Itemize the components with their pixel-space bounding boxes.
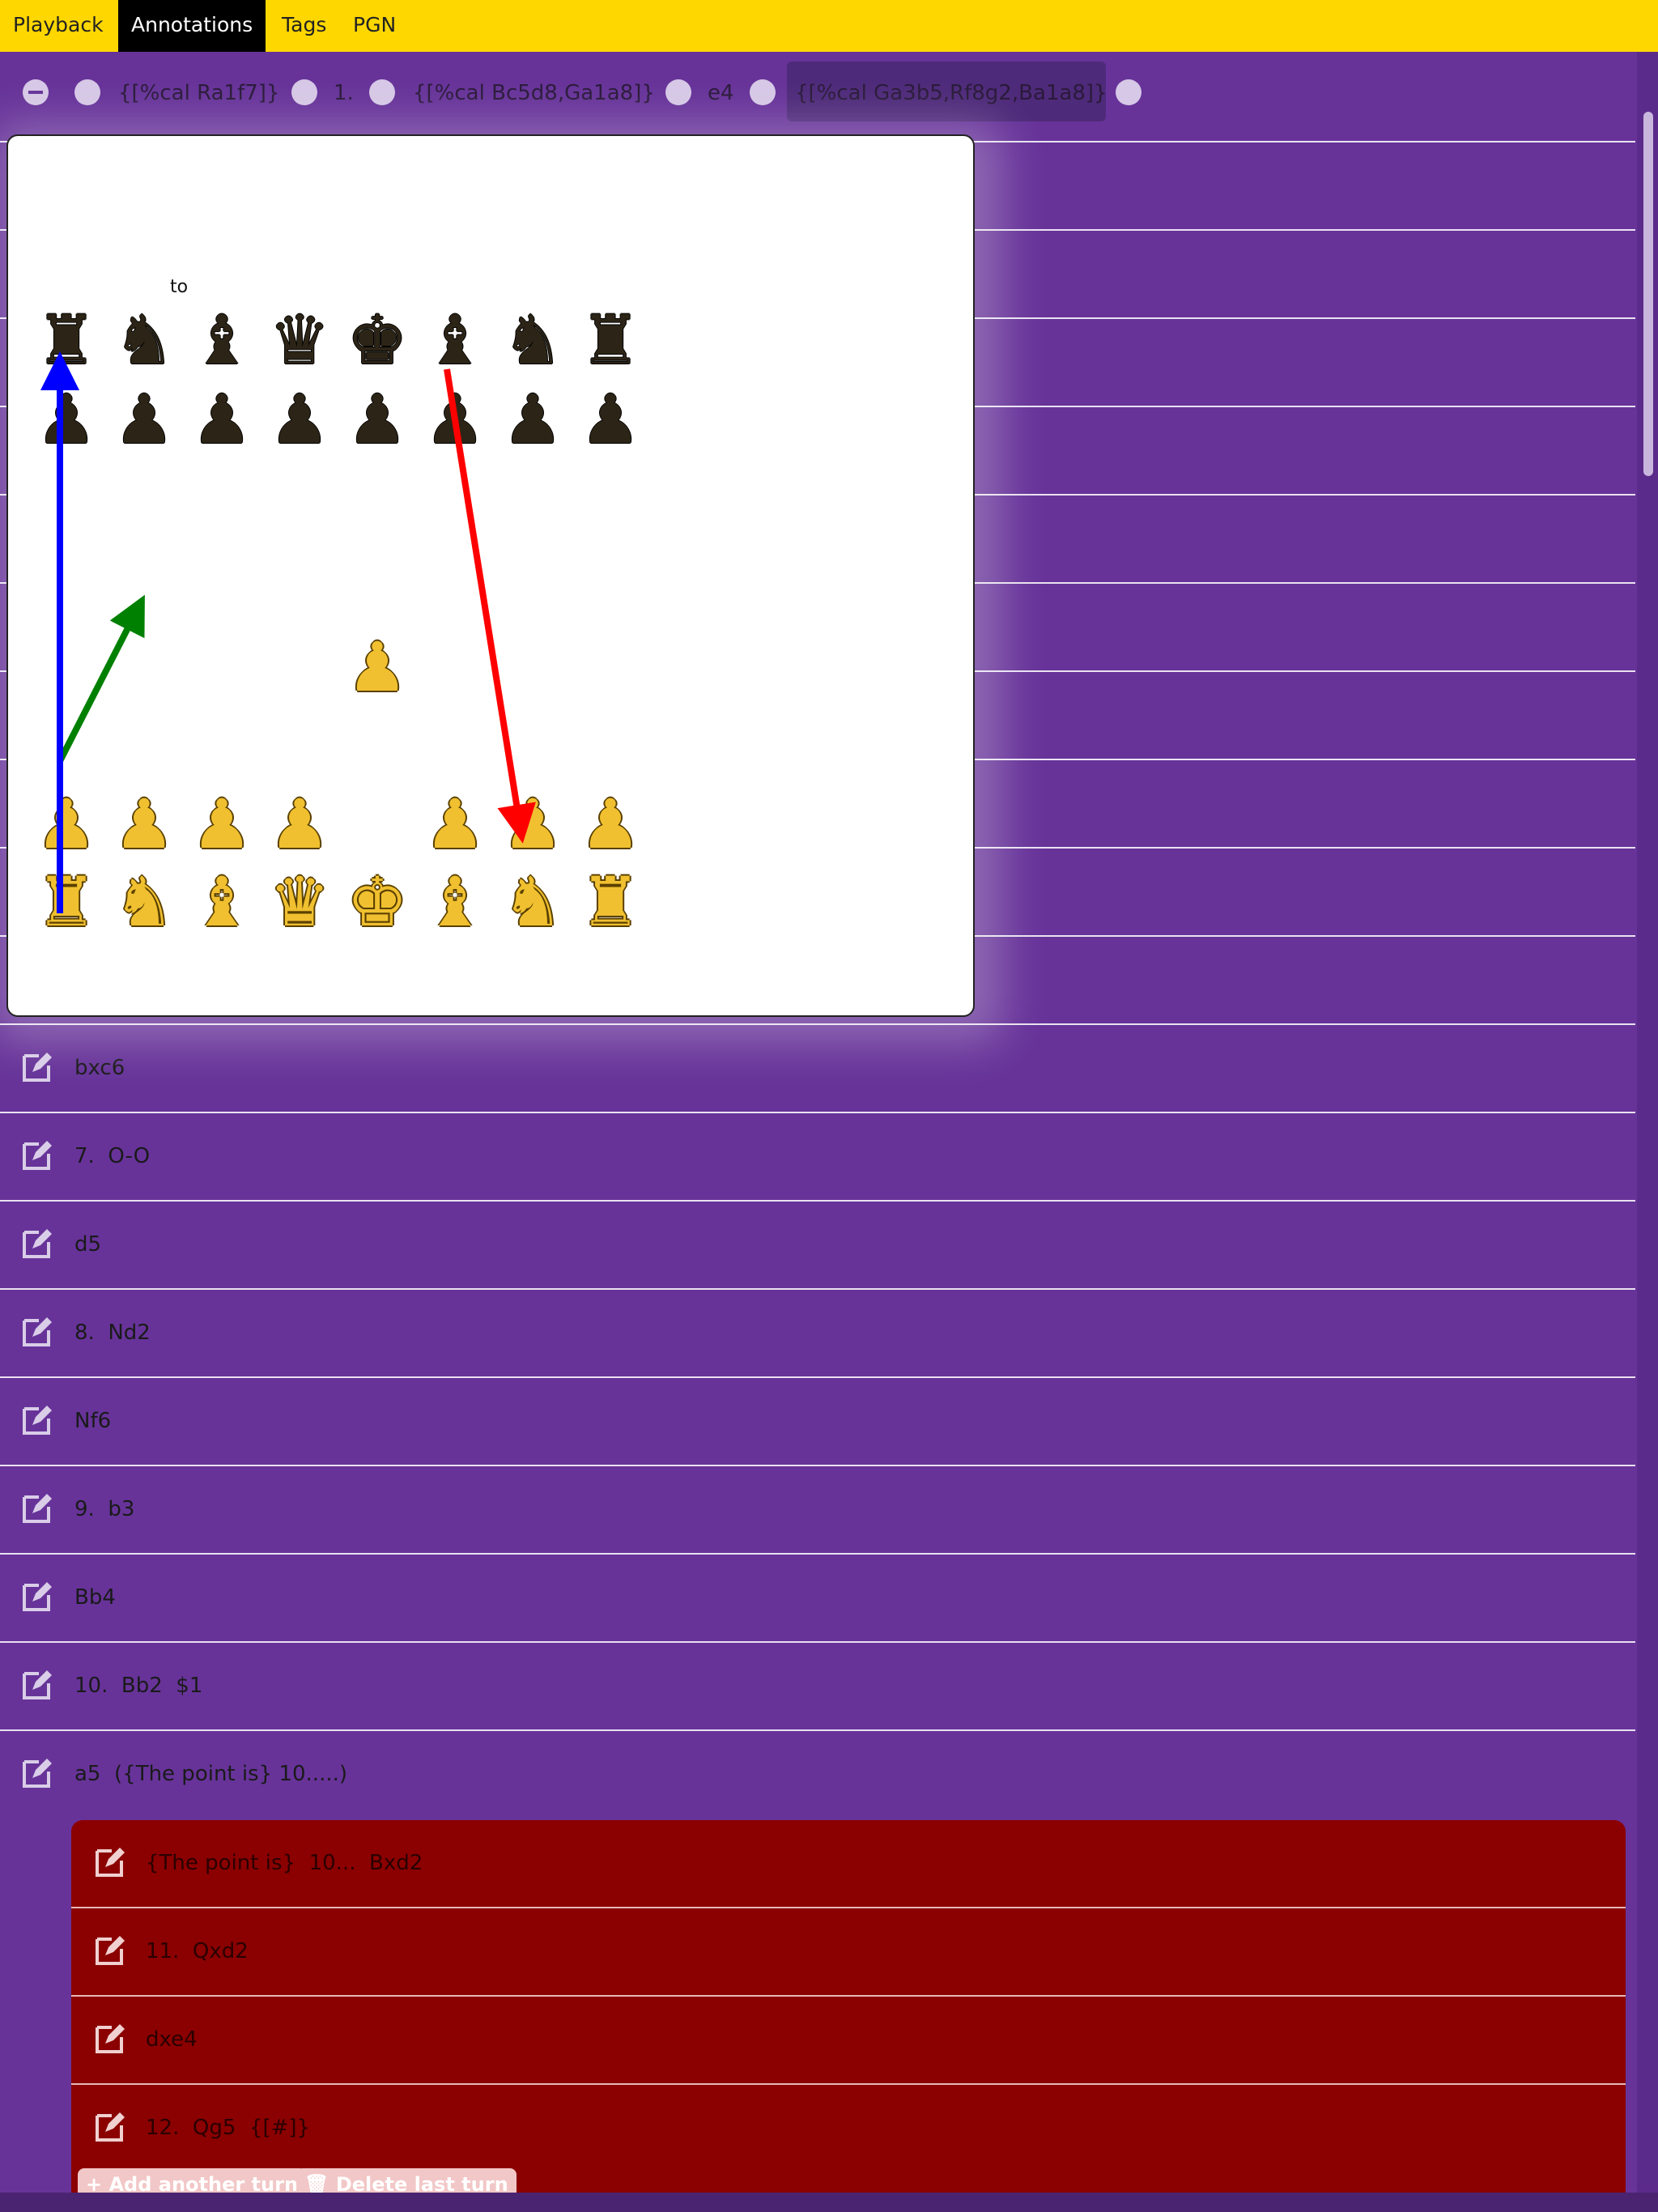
move-text: a5 ({The point is} 10.....) bbox=[74, 1762, 348, 1786]
move-text: dxe4 bbox=[146, 2027, 198, 2052]
circle-icon[interactable] bbox=[1116, 79, 1141, 105]
move-text: 9. b3 bbox=[74, 1497, 135, 1521]
move-text: bxc6 bbox=[74, 1056, 125, 1080]
move-text: 12. Qg5 {[#]} bbox=[146, 2116, 311, 2140]
list-item[interactable]: d5 bbox=[0, 1202, 1635, 1290]
scrollbar-thumb[interactable] bbox=[1643, 112, 1653, 476]
move-text: 11. Qxd2 bbox=[146, 1939, 249, 1963]
edit-icon[interactable] bbox=[19, 1049, 55, 1085]
board-preview-popup: to ♜♞♝♛♚♝♞♜♟♟♟♟♟♟♟♟♟♟♟♟♟♟♟♟♜♞♝♛♚♝♞♜ bbox=[6, 134, 975, 1017]
edit-icon[interactable] bbox=[19, 1314, 55, 1350]
tab-annotations[interactable]: Annotations bbox=[118, 0, 266, 52]
list-item[interactable]: 10. Bb2 $1 bbox=[0, 1643, 1635, 1731]
move-text: {The point is} 10... Bxd2 bbox=[146, 1851, 423, 1875]
edit-icon[interactable] bbox=[92, 1844, 128, 1880]
tab-pgn[interactable]: PGN bbox=[340, 0, 409, 52]
move-text: d5 bbox=[74, 1232, 102, 1257]
edit-icon[interactable] bbox=[92, 1933, 128, 1968]
edit-icon[interactable] bbox=[19, 1579, 55, 1614]
minus-circle-icon[interactable] bbox=[23, 79, 49, 105]
annotation-token[interactable]: {[%cal Ga3b5,Rf8g2,Ba1a8]} bbox=[795, 81, 1107, 105]
circle-icon[interactable] bbox=[665, 79, 691, 105]
edit-icon[interactable] bbox=[19, 1402, 55, 1438]
list-item[interactable]: 8. Nd2 bbox=[0, 1290, 1635, 1378]
bottom-edge bbox=[0, 2193, 1658, 2212]
edit-icon[interactable] bbox=[19, 1667, 55, 1703]
edit-icon[interactable] bbox=[92, 2109, 128, 2145]
list-item[interactable]: Nf6 bbox=[0, 1378, 1635, 1466]
variation-move[interactable]: {The point is} 10... Bxd2 bbox=[71, 1820, 1626, 1908]
list-item[interactable]: Bb4 bbox=[0, 1555, 1635, 1643]
circle-icon[interactable] bbox=[369, 79, 395, 105]
edit-icon[interactable] bbox=[19, 1491, 55, 1526]
annotation-token[interactable]: {[%cal Bc5d8,Ga1a8]} bbox=[413, 81, 655, 105]
move-number[interactable]: 1. bbox=[334, 81, 354, 105]
annotation-arrows bbox=[40, 351, 536, 913]
list-item[interactable]: 7. O-O bbox=[0, 1113, 1635, 1202]
circle-icon[interactable] bbox=[750, 79, 776, 105]
tab-bar: Playback Annotations Tags PGN bbox=[0, 0, 1658, 52]
annotation-token[interactable]: {[%cal Ra1f7]} bbox=[118, 81, 279, 105]
variation-move[interactable]: 11. Qxd2 bbox=[71, 1908, 1626, 1997]
move-token[interactable]: e4 bbox=[708, 81, 734, 105]
move-text: Bb4 bbox=[74, 1585, 116, 1610]
tab-tags[interactable]: Tags bbox=[269, 0, 339, 52]
edit-icon[interactable] bbox=[92, 2021, 128, 2057]
variation-block: {The point is} 10... Bxd2 11. Qxd2 dxe4 … bbox=[71, 1820, 1626, 2202]
arrow-green bbox=[57, 594, 145, 763]
scrollbar[interactable] bbox=[1637, 52, 1658, 2212]
move-text: 10. Bb2 $1 bbox=[74, 1674, 203, 1698]
list-item[interactable]: 9. b3 bbox=[0, 1466, 1635, 1555]
move-text: 7. O-O bbox=[74, 1144, 151, 1168]
circle-icon[interactable] bbox=[74, 79, 100, 105]
edit-icon[interactable] bbox=[19, 1755, 55, 1791]
edit-icon[interactable] bbox=[19, 1138, 55, 1173]
edit-icon[interactable] bbox=[19, 1226, 55, 1261]
variation-move[interactable]: 12. Qg5 {[#]} bbox=[71, 2085, 1626, 2173]
arrow-red bbox=[444, 368, 536, 844]
circle-icon[interactable] bbox=[291, 79, 317, 105]
move-text: Nf6 bbox=[74, 1409, 112, 1433]
tab-playback[interactable]: Playback bbox=[0, 0, 117, 52]
variation-move[interactable]: dxe4 bbox=[71, 1997, 1626, 2085]
move-text: 8. Nd2 bbox=[74, 1321, 151, 1345]
